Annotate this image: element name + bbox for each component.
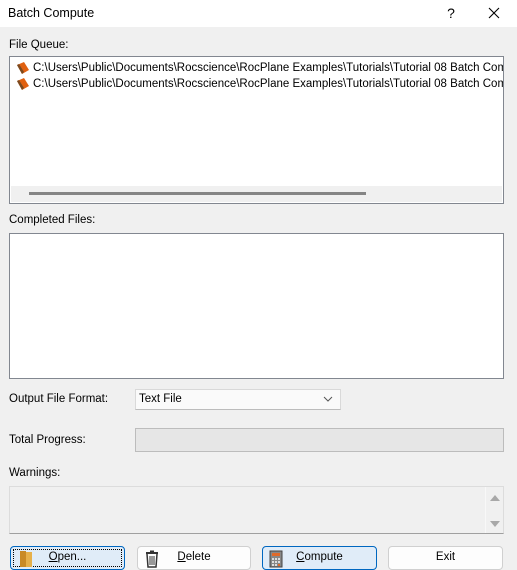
total-progress-bar xyxy=(135,428,504,452)
output-format-select[interactable]: Text File xyxy=(135,389,341,410)
scroll-up-icon[interactable] xyxy=(490,495,500,501)
total-progress-label: Total Progress: xyxy=(9,434,86,446)
horizontal-scrollbar[interactable] xyxy=(11,186,502,202)
label-rest: ompute xyxy=(304,551,343,563)
file-path: C:\Users\Public\Documents\Rocscience\Roc… xyxy=(33,62,504,74)
list-item[interactable]: C:\Users\Public\Documents\Rocscience\Roc… xyxy=(15,60,504,76)
exit-button[interactable]: Exit xyxy=(388,546,503,570)
file-queue-list[interactable]: C:\Users\Public\Documents\Rocscience\Roc… xyxy=(9,56,504,204)
label-rest: pen... xyxy=(57,551,87,563)
delete-button[interactable]: Delete xyxy=(137,546,251,570)
help-button[interactable]: ? xyxy=(440,3,462,23)
file-queue-label: File Queue: xyxy=(9,39,69,51)
open-button[interactable]: Open... xyxy=(10,546,125,570)
rocplane-file-icon xyxy=(17,78,29,90)
close-icon xyxy=(488,7,500,19)
exit-button-label: Exit xyxy=(435,551,456,563)
open-button-label: Open... xyxy=(11,551,124,563)
window-title: Batch Compute xyxy=(8,6,95,20)
accel-key: O xyxy=(48,551,58,563)
accel-key: D xyxy=(177,551,186,563)
scrollbar-thumb[interactable] xyxy=(29,192,366,195)
output-format-label: Output File Format: xyxy=(9,393,109,405)
compute-button-label: Compute xyxy=(263,551,376,563)
warnings-box[interactable] xyxy=(9,486,504,534)
label-rest: elete xyxy=(185,551,211,563)
completed-files-label: Completed Files: xyxy=(9,214,96,226)
chevron-down-icon xyxy=(323,396,333,402)
warnings-label: Warnings: xyxy=(9,467,61,479)
vertical-scrollbar[interactable] xyxy=(485,487,503,533)
list-item[interactable]: C:\Users\Public\Documents\Rocscience\Roc… xyxy=(15,76,504,92)
output-format-value: Text File xyxy=(139,393,182,405)
completed-files-list[interactable] xyxy=(9,233,504,379)
compute-button[interactable]: Compute xyxy=(262,546,377,570)
close-button[interactable] xyxy=(482,3,506,23)
rocplane-file-icon xyxy=(17,62,29,74)
scroll-down-icon[interactable] xyxy=(490,521,500,527)
title-bar: Batch Compute ? xyxy=(0,0,517,27)
file-path: C:\Users\Public\Documents\Rocscience\Roc… xyxy=(33,78,504,90)
delete-button-label: Delete xyxy=(138,551,250,563)
